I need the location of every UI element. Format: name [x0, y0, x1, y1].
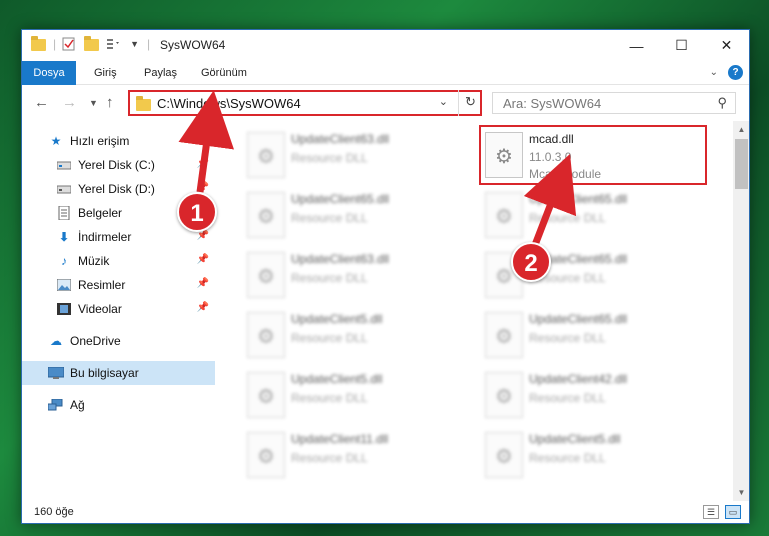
sidebar-item-videos[interactable]: Videolar 📌: [22, 297, 215, 321]
window-title: SysWOW64: [160, 38, 226, 52]
forward-arrow-icon[interactable]: →: [62, 94, 77, 111]
annotation-marker-2: 2: [511, 242, 551, 282]
cloud-icon: ☁: [50, 334, 62, 348]
dll-file-icon: [485, 192, 523, 238]
file-tile[interactable]: UpdateClient5.dll Resource DLL: [481, 426, 711, 486]
computer-icon: [48, 366, 64, 380]
file-tile[interactable]: UpdateClient5.dll Resource DLL: [243, 306, 473, 366]
expand-ribbon-icon[interactable]: ⌄: [710, 67, 718, 78]
pictures-icon: [56, 278, 72, 292]
address-dropdown-icon[interactable]: ⌄: [439, 95, 448, 108]
status-bar: 160 öğe ☰ ▭: [22, 501, 749, 523]
file-tile[interactable]: UpdateClient42.dll Resource DLL: [481, 366, 711, 426]
close-button[interactable]: ✕: [704, 30, 749, 61]
up-arrow-icon[interactable]: ↑: [106, 94, 114, 111]
mcad-highlight-box: [479, 125, 707, 185]
tab-file[interactable]: Dosya: [22, 61, 76, 85]
pin-icon[interactable]: 📌: [197, 278, 209, 289]
sidebar-item-local-disk-c[interactable]: Yerel Disk (C:) 📌: [22, 153, 215, 177]
tab-share[interactable]: Paylaş: [142, 61, 179, 85]
folder-icon: [31, 36, 47, 51]
properties-icon[interactable]: [62, 37, 78, 51]
annotation-marker-1: 1: [177, 192, 217, 232]
file-tile[interactable]: UpdateClient65.dll Resource DLL: [481, 186, 711, 246]
scroll-down-icon[interactable]: ▼: [733, 484, 749, 501]
new-folder-icon[interactable]: [84, 36, 100, 51]
file-tile[interactable]: UpdateClient65.dll Resource DLL: [243, 186, 473, 246]
address-path[interactable]: C:\Windows\SysWOW64: [157, 96, 301, 111]
title-bar: | ▼ | SysWOW64 — ☐ ✕: [22, 30, 749, 61]
sidebar-item-quick-access[interactable]: ★ Hızlı erişim: [22, 129, 215, 153]
search-placeholder: Ara: SysWOW64: [503, 96, 602, 111]
search-input[interactable]: Ara: SysWOW64 ⚲: [492, 92, 736, 114]
item-count: 160 öğe: [34, 506, 74, 518]
large-icons-view-icon[interactable]: ▭: [725, 505, 741, 519]
navigation-bar: ← → ▼ ↑ C:\Windows\SysWOW64 ⌄ ↻ Ara: Sys…: [22, 85, 749, 121]
customize-toolbar-icon[interactable]: [106, 37, 122, 51]
network-icon: [48, 398, 64, 412]
tab-view[interactable]: Görünüm: [199, 61, 249, 85]
pin-icon[interactable]: 📌: [197, 158, 209, 169]
dll-file-icon: [247, 252, 285, 298]
explorer-window: | ▼ | SysWOW64 — ☐ ✕ Dosya Giriş Paylaş …: [21, 29, 750, 524]
dll-file-icon: [485, 372, 523, 418]
file-tile[interactable]: UpdateClient65.dll Resource DLL: [481, 306, 711, 366]
help-icon[interactable]: ?: [728, 65, 743, 80]
navigation-pane: ★ Hızlı erişim Yerel Disk (C:) 📌 Yerel D…: [22, 121, 215, 501]
tab-home[interactable]: Giriş: [92, 61, 119, 85]
dll-file-icon: [247, 312, 285, 358]
pin-icon[interactable]: 📌: [197, 302, 209, 313]
download-icon: ⬇: [58, 230, 70, 244]
dll-file-icon: [247, 372, 285, 418]
sidebar-item-this-pc[interactable]: Bu bilgisayar: [22, 361, 215, 385]
video-icon: [56, 302, 72, 316]
maximize-button[interactable]: ☐: [659, 30, 704, 61]
scroll-up-icon[interactable]: ▲: [733, 121, 749, 138]
sidebar-item-music[interactable]: ♪ Müzik 📌: [22, 249, 215, 273]
sidebar-item-pictures[interactable]: Resimler 📌: [22, 273, 215, 297]
back-arrow-icon[interactable]: ←: [34, 94, 49, 111]
file-tile[interactable]: UpdateClient5.dll Resource DLL: [243, 366, 473, 426]
ribbon-tabs: Dosya Giriş Paylaş Görünüm ⌄ ?: [22, 61, 749, 85]
drive-icon: [56, 182, 72, 196]
vertical-scrollbar[interactable]: ▲ ▼: [733, 121, 749, 501]
dll-file-icon: [485, 432, 523, 478]
pin-icon[interactable]: 📌: [197, 254, 209, 265]
dll-file-icon: [247, 432, 285, 478]
documents-icon: [56, 206, 72, 220]
file-tile[interactable]: UpdateClient63.dll Resource DLL: [243, 126, 473, 186]
toolbar-dropdown-icon[interactable]: ▼: [130, 39, 139, 49]
music-icon: ♪: [61, 254, 67, 268]
file-tile[interactable]: UpdateClient63.dll Resource DLL: [243, 246, 473, 306]
sidebar-item-onedrive[interactable]: ☁ OneDrive: [22, 329, 215, 353]
minimize-button[interactable]: —: [614, 30, 659, 61]
dll-file-icon: [485, 312, 523, 358]
file-tile[interactable]: UpdateClient11.dll Resource DLL: [243, 426, 473, 486]
folder-icon: [136, 96, 151, 111]
star-icon: ★: [50, 134, 62, 148]
dll-file-icon: [247, 192, 285, 238]
recent-locations-icon[interactable]: ▼: [89, 98, 98, 108]
scroll-thumb[interactable]: [735, 139, 748, 189]
drive-icon: [56, 158, 72, 172]
quick-access-toolbar: | ▼ |: [31, 36, 150, 51]
details-view-icon[interactable]: ☰: [703, 505, 719, 519]
sidebar-item-network[interactable]: Ağ: [22, 393, 215, 417]
search-icon[interactable]: ⚲: [717, 95, 727, 111]
refresh-icon[interactable]: ↻: [458, 90, 482, 116]
address-bar[interactable]: C:\Windows\SysWOW64 ⌄ ↻: [128, 90, 482, 116]
dll-file-icon: [247, 132, 285, 178]
